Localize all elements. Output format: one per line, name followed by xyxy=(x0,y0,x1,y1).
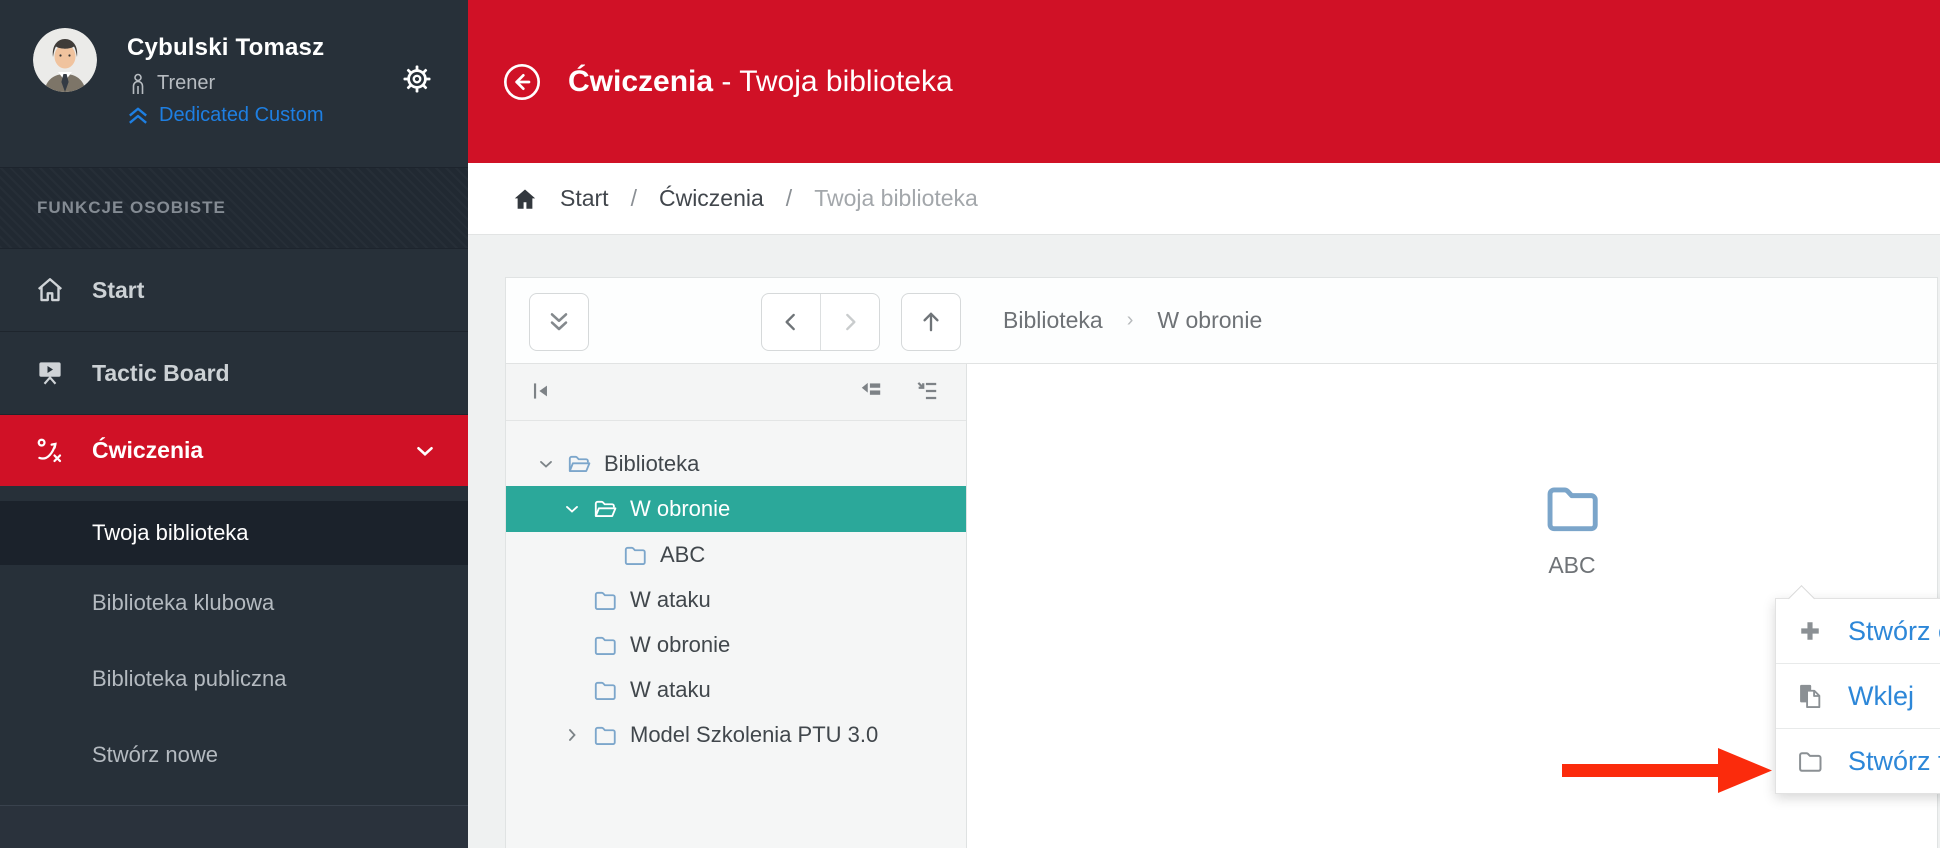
menu-item-stworz-folder[interactable]: Stwórz folder xyxy=(1776,729,1940,793)
chevron-down-icon[interactable] xyxy=(536,454,558,474)
folder-icon xyxy=(1796,747,1826,775)
expand-all-button[interactable] xyxy=(529,293,589,351)
sidebar: Cybulski Tomasz Trener Dedicated Custom xyxy=(0,0,468,848)
tactic-board-icon xyxy=(35,358,65,388)
folder-icon xyxy=(592,677,618,703)
folder-icon xyxy=(592,587,618,613)
folder-tile-label: ABC xyxy=(1507,552,1637,579)
path-root[interactable]: Biblioteka xyxy=(1003,307,1103,334)
chevron-down-icon[interactable] xyxy=(562,499,584,519)
folder-path: Biblioteka › W obronie xyxy=(1003,278,1262,363)
tree-item-w-ataku-2[interactable]: W ataku xyxy=(506,667,966,712)
plus-icon xyxy=(1796,617,1826,645)
path-current: W obronie xyxy=(1157,307,1262,334)
page-header: Ćwiczenia - Twoja biblioteka xyxy=(468,0,1940,163)
paste-icon xyxy=(1796,682,1826,710)
sidebar-item-cwiczenia[interactable]: Ćwiczenia xyxy=(0,415,468,486)
sidebar-submenu: Twoja biblioteka Biblioteka klubowa Bibl… xyxy=(0,486,468,793)
chevron-down-icon xyxy=(412,438,438,464)
sidebar-subitem-stworz-nowe[interactable]: Stwórz nowe xyxy=(0,717,468,793)
page-title: Ćwiczenia - Twoja biblioteka xyxy=(568,65,953,99)
menu-item-wklej[interactable]: Wklej xyxy=(1776,664,1940,729)
tree-item-w-obronie-selected[interactable]: W obronie xyxy=(506,486,966,532)
tree-item-model-szkolenia[interactable]: Model Szkolenia PTU 3.0 xyxy=(506,712,966,757)
nav-back-button[interactable] xyxy=(762,294,820,350)
folder-tree-panel: Biblioteka W obronie xyxy=(506,364,967,848)
home-icon[interactable] xyxy=(512,186,538,212)
folder-contents: ABC Stwórz ćwiczenie xyxy=(967,364,1937,848)
history-nav-group xyxy=(761,293,880,351)
path-separator: › xyxy=(1127,309,1134,332)
expand-tree-icon[interactable] xyxy=(914,378,940,404)
app-window: Cybulski Tomasz Trener Dedicated Custom xyxy=(0,0,1940,848)
tree-item-biblioteka[interactable]: Biblioteka xyxy=(506,441,966,486)
tree-header xyxy=(506,364,966,421)
chevron-right-icon xyxy=(837,309,863,335)
avatar[interactable] xyxy=(33,28,97,92)
breadcrumb: Start / Ćwiczenia / Twoja biblioteka xyxy=(468,163,1940,235)
sidebar-subitem-twoja-biblioteka[interactable]: Twoja biblioteka xyxy=(0,501,468,565)
folder-open-icon xyxy=(592,496,618,522)
go-up-button[interactable] xyxy=(901,293,961,351)
user-role: Trener xyxy=(129,72,215,95)
chevron-right-icon[interactable] xyxy=(562,725,584,745)
tree-item-abc[interactable]: ABC xyxy=(506,532,966,577)
breadcrumb-start[interactable]: Start xyxy=(560,185,609,212)
user-profile: Cybulski Tomasz Trener Dedicated Custom xyxy=(0,0,468,167)
back-button[interactable] xyxy=(502,62,542,102)
exercises-icon xyxy=(35,436,65,466)
tree-item-w-ataku-1[interactable]: W ataku xyxy=(506,577,966,622)
sidebar-item-start[interactable]: Start xyxy=(0,249,468,332)
user-name: Cybulski Tomasz xyxy=(127,34,324,62)
sidebar-next-section xyxy=(0,805,468,848)
collapse-all-icon[interactable] xyxy=(858,378,884,404)
folder-icon xyxy=(592,632,618,658)
person-icon xyxy=(129,73,147,95)
folder-open-icon xyxy=(566,451,592,477)
library-toolbar: Biblioteka › W obronie xyxy=(506,278,1937,364)
collapse-panel-icon[interactable] xyxy=(528,378,554,404)
sidebar-subitem-biblioteka-klubowa[interactable]: Biblioteka klubowa xyxy=(0,565,468,641)
folder-icon xyxy=(622,542,648,568)
breadcrumb-current: Twoja biblioteka xyxy=(814,185,978,212)
tree-item-w-obronie-2[interactable]: W obronie xyxy=(506,622,966,667)
folder-icon xyxy=(592,722,618,748)
settings-gear-icon[interactable] xyxy=(402,64,432,94)
sidebar-subitem-biblioteka-publiczna[interactable]: Biblioteka publiczna xyxy=(0,641,468,717)
folder-icon xyxy=(1507,476,1637,538)
avatar-image xyxy=(33,28,97,92)
tree-rows: Biblioteka W obronie xyxy=(506,421,966,757)
arrow-up-icon xyxy=(917,308,945,336)
library-panel: Biblioteka › W obronie xyxy=(505,277,1938,848)
nav-forward-button[interactable] xyxy=(820,294,879,350)
breadcrumb-cwiczenia[interactable]: Ćwiczenia xyxy=(659,185,764,212)
annotation-arrow xyxy=(1562,742,1774,798)
main-area: Ćwiczenia - Twoja biblioteka Start / Ćwi… xyxy=(468,0,1940,848)
user-plan[interactable]: Dedicated Custom xyxy=(127,104,324,127)
chevron-left-icon xyxy=(778,309,804,335)
double-chevron-down-icon xyxy=(545,308,573,336)
context-menu: Stwórz ćwiczenie Wklej xyxy=(1775,598,1940,794)
sidebar-section-header: FUNKCJE OSOBISTE xyxy=(0,167,468,249)
sidebar-item-tactic-board[interactable]: Tactic Board xyxy=(0,332,468,415)
folder-tile-abc[interactable]: ABC xyxy=(1507,476,1637,579)
home-icon xyxy=(35,275,65,305)
double-chevron-up-icon xyxy=(127,106,149,126)
